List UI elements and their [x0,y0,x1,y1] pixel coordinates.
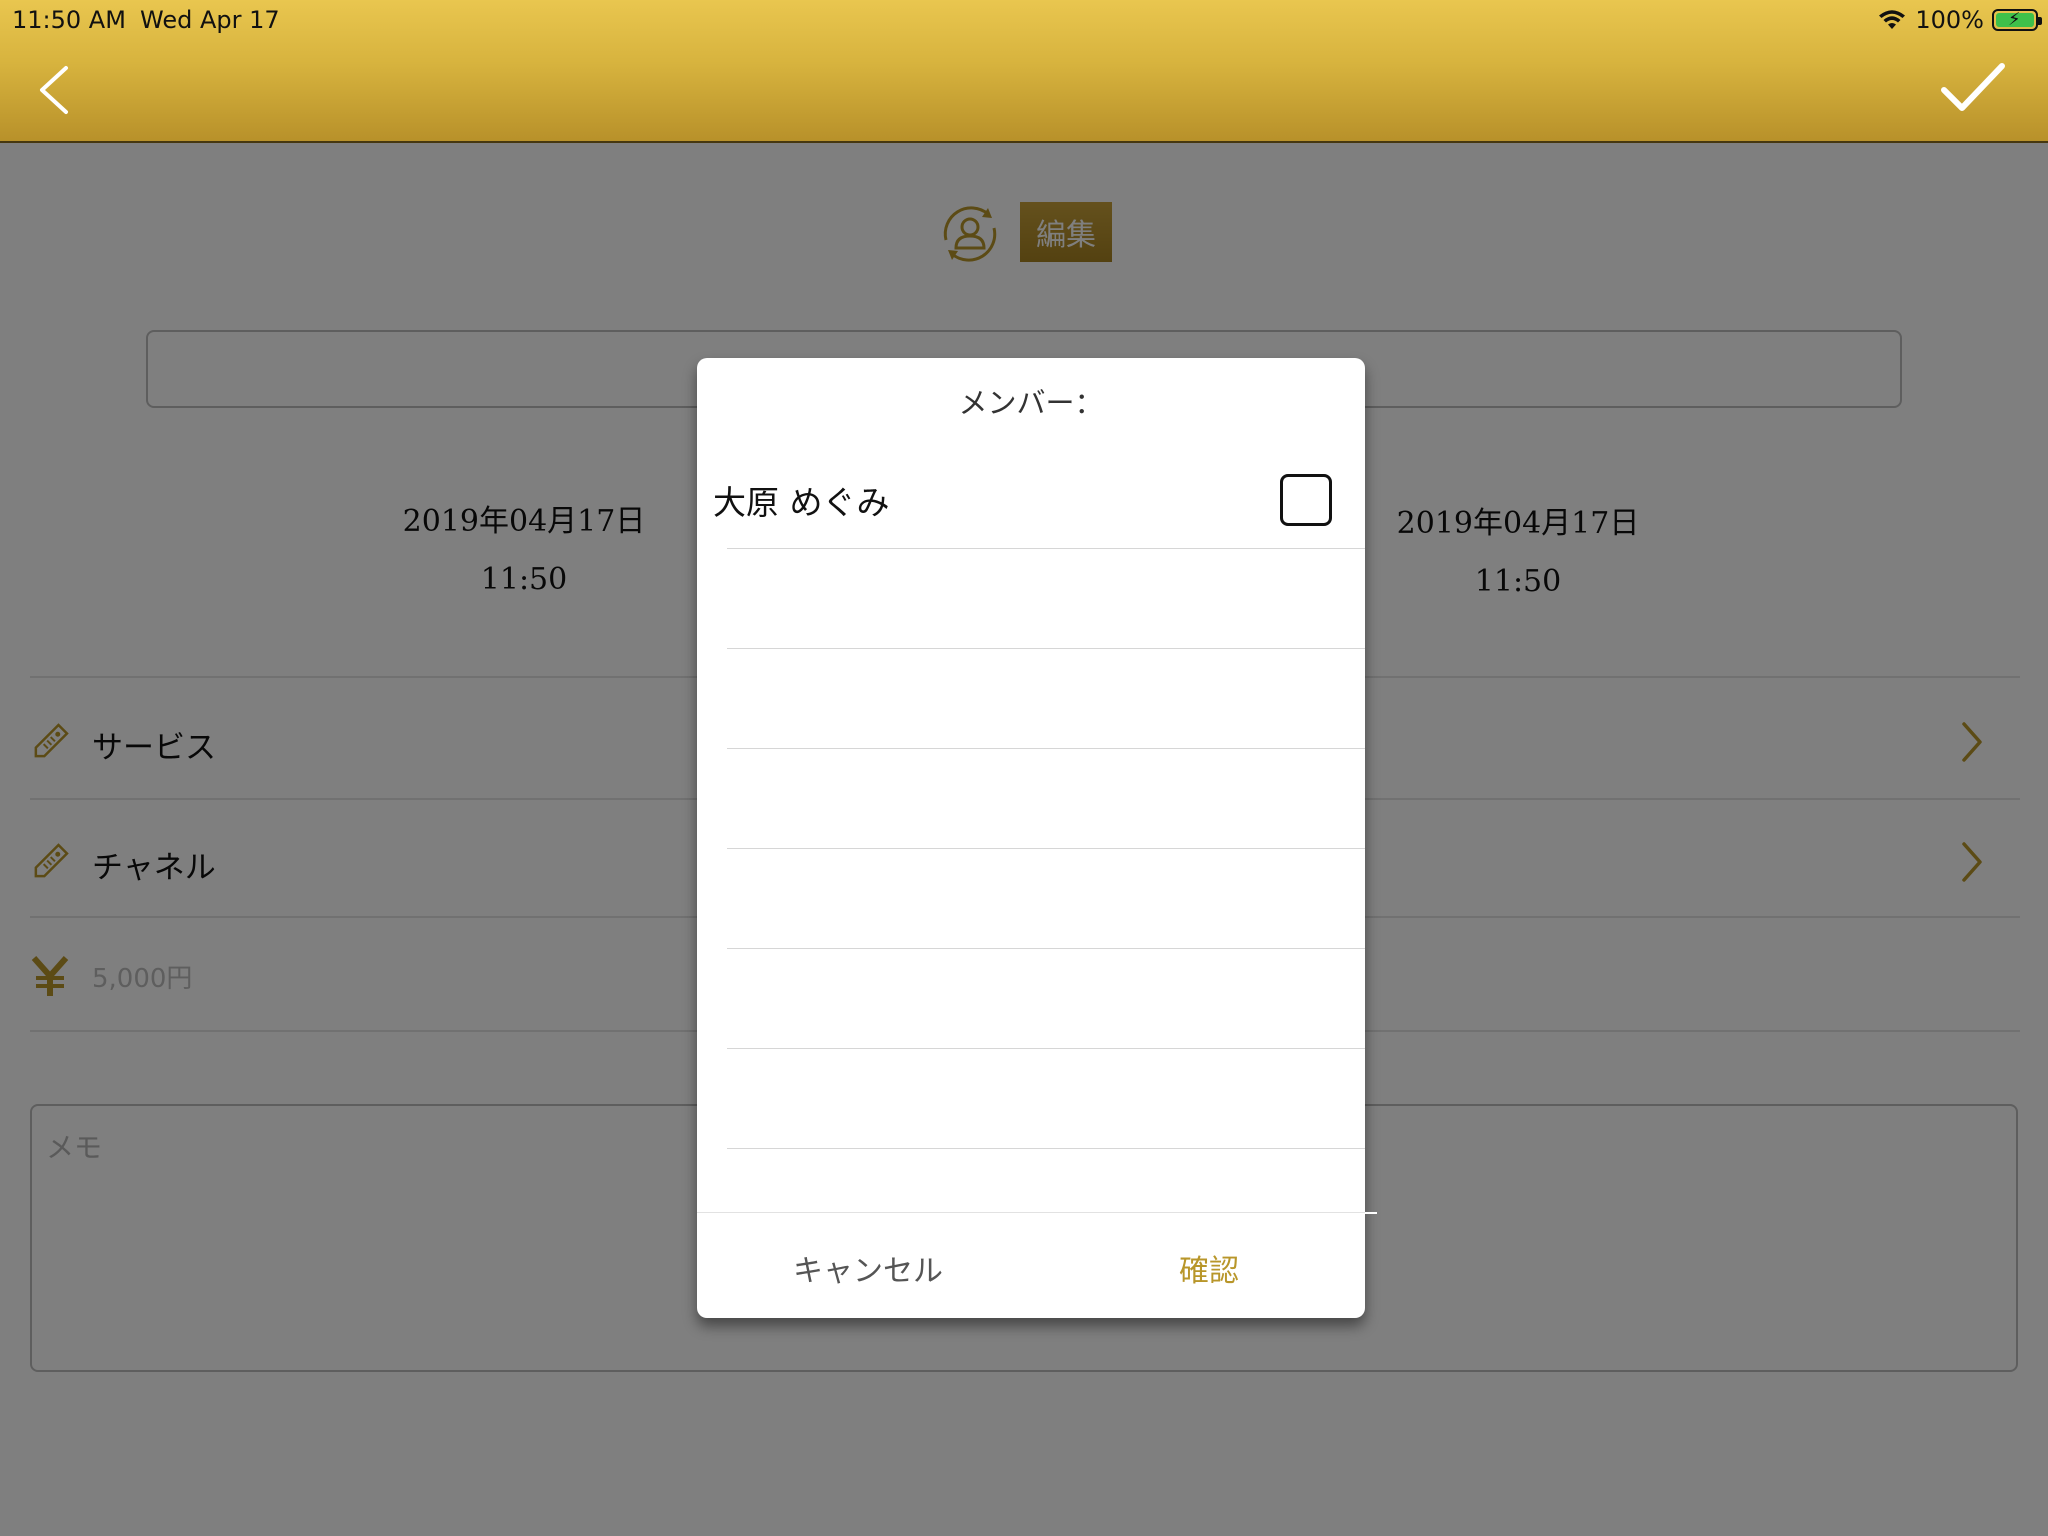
member-checkbox[interactable] [1280,474,1332,526]
status-date: Wed Apr 17 [140,6,280,34]
member-name: 大原 めぐみ [713,483,890,522]
list-separator [727,1048,1365,1049]
list-separator [727,848,1365,849]
cancel-button[interactable]: キャンセル [793,1246,943,1290]
member-picker-dialog: メンバー： 大原 めぐみ キャンセル 確認 [697,358,1365,1318]
checkmark-icon[interactable] [1938,58,2008,118]
dialog-title: メンバー： [958,386,1104,420]
scroll-indicator [1365,1212,1377,1214]
footer-divider [697,1212,1365,1213]
battery-percent: 100% [1915,6,1984,34]
battery-icon: ⚡ [1992,9,2042,31]
navigation-bar: 11:50 AM Wed Apr 17 100% ⚡ [0,0,2048,143]
list-separator [727,648,1365,649]
status-right: 100% ⚡ [1877,6,2042,34]
chevron-left-icon[interactable] [34,60,78,120]
confirm-button[interactable]: 確認 [1179,1246,1239,1290]
list-separator [727,748,1365,749]
status-time: 11:50 AM [12,6,126,34]
list-separator [727,948,1365,949]
app-screen: 11:50 AM Wed Apr 17 100% ⚡ メンバー： 大原 めぐみ … [0,0,2048,1536]
wifi-icon [1879,10,1906,29]
list-separator [727,548,1365,549]
list-separator [727,1148,1365,1149]
